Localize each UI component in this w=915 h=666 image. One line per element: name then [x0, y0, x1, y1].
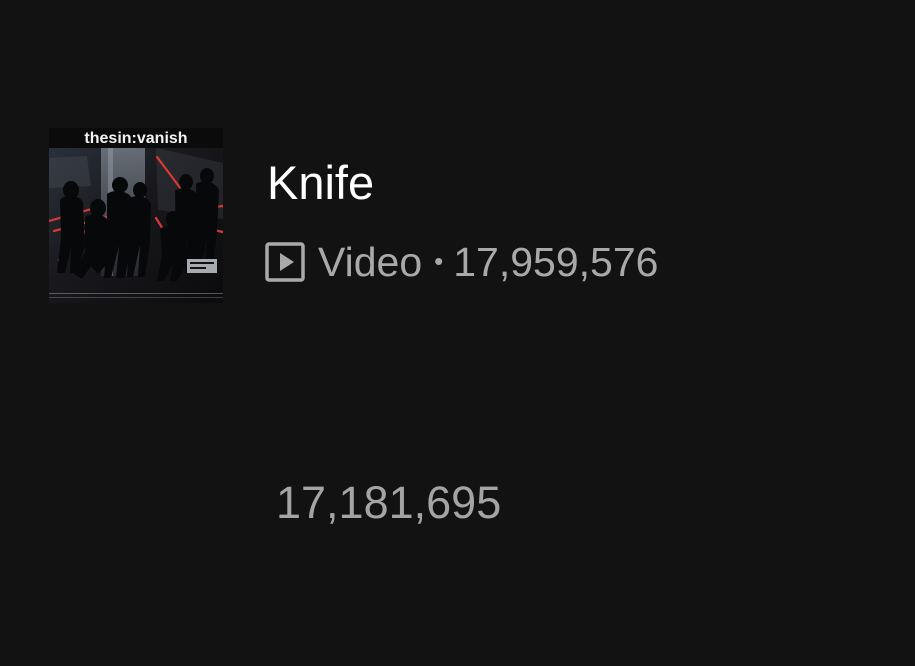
track-title[interactable]: Knife [267, 156, 374, 210]
media-type-label: Video [318, 239, 423, 285]
video-icon [265, 242, 305, 282]
track-row[interactable]: thesin:vanish Knife Video • 17,959,576 [49, 128, 749, 303]
meta-separator: • [434, 246, 444, 276]
total-count: 17,181,695 [276, 477, 502, 528]
play-count: 17,959,576 [453, 239, 659, 285]
track-meta: Video • 17,959,576 [265, 238, 658, 286]
album-artwork-image: thesin:vanish [49, 128, 223, 303]
album-logo-text: thesin:vanish [84, 130, 187, 147]
album-thumbnail[interactable]: thesin:vanish [49, 128, 223, 303]
